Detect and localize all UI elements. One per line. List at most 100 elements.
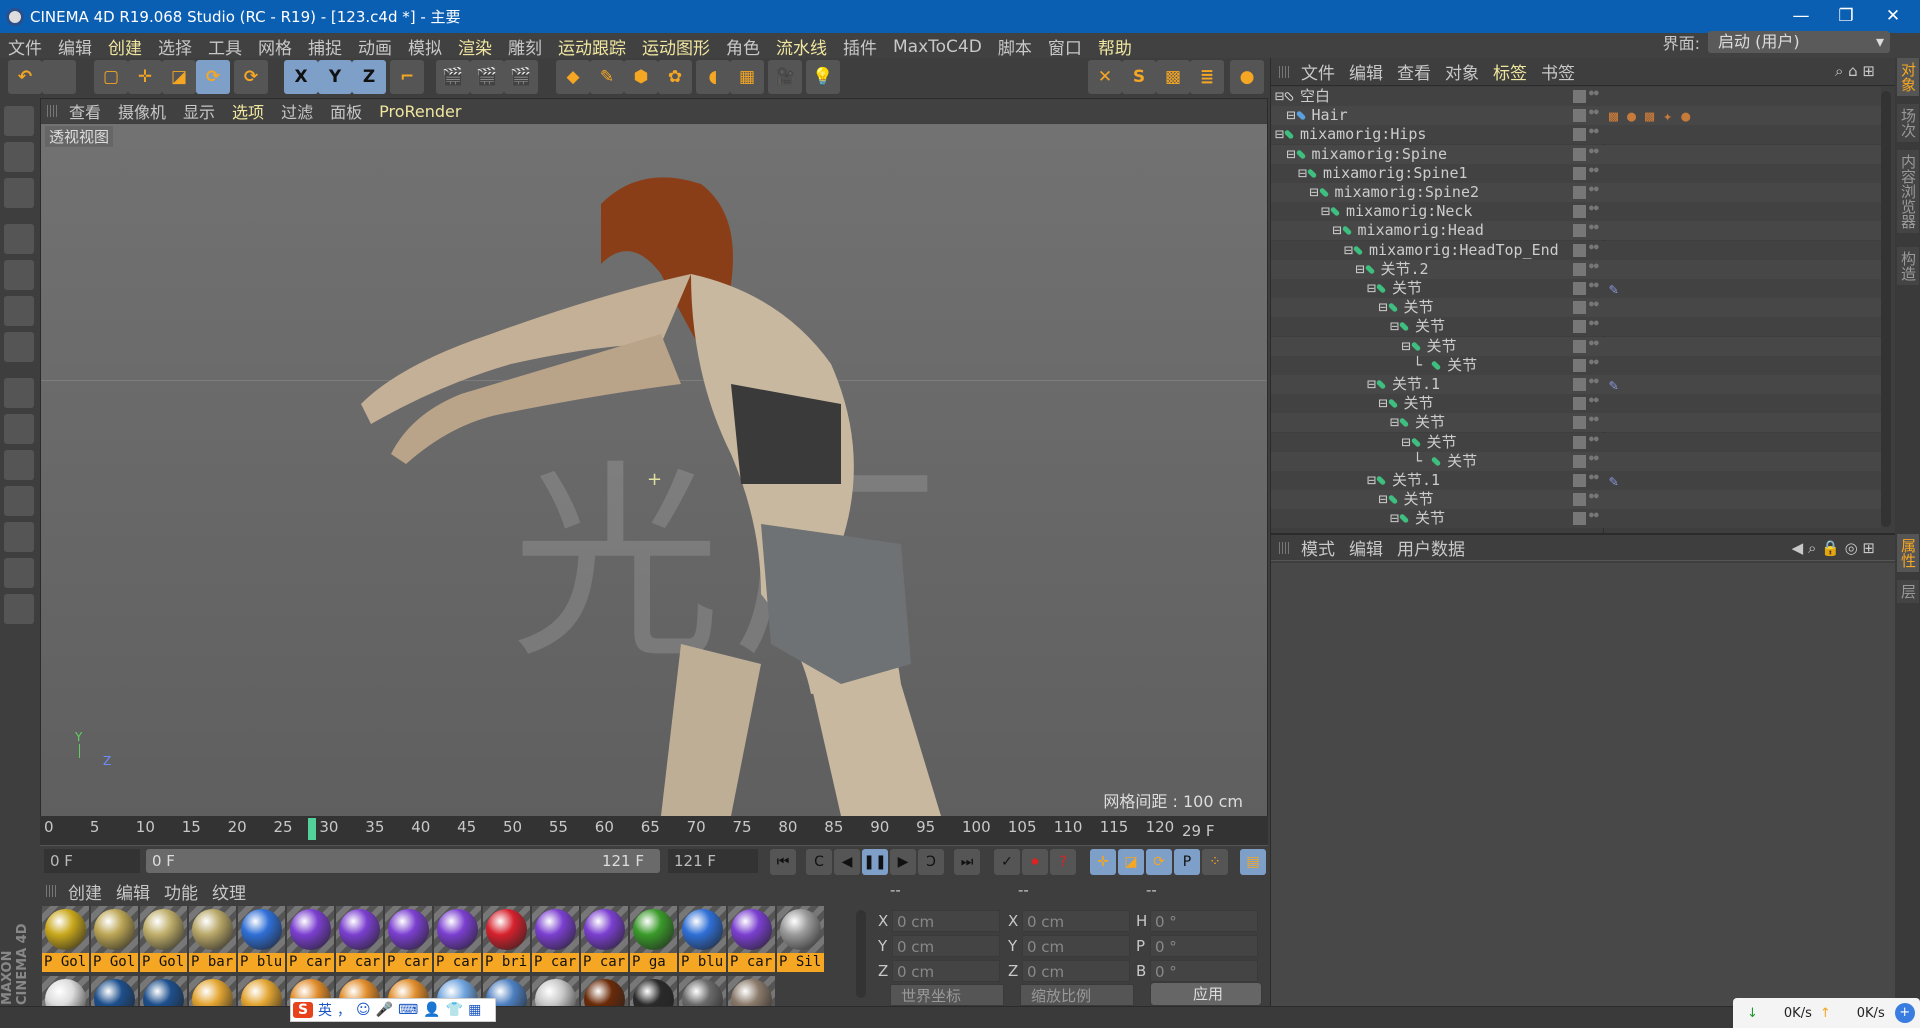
- next-key-icon[interactable]: Ↄ: [918, 849, 944, 875]
- previous-frame-icon[interactable]: ◀: [834, 849, 860, 875]
- object-row[interactable]: ⊟ mixamorig:HeadTop_End ●●: [1271, 240, 1881, 260]
- menu-item-14[interactable]: 流水线: [776, 34, 827, 59]
- object-row[interactable]: ⊟ mixamorig:Neck ●●: [1271, 202, 1881, 222]
- key-pla-icon[interactable]: ⁘: [1202, 849, 1228, 875]
- expand-toggle-icon[interactable]: └: [1413, 452, 1431, 470]
- coord-field[interactable]: 0 cm: [1022, 960, 1130, 982]
- object-row[interactable]: ⊟ 关节.1 ●● ✎: [1271, 375, 1881, 394]
- current-frame-field[interactable]: 29 F: [1176, 819, 1266, 843]
- layer-visibility-icon[interactable]: [1573, 301, 1586, 315]
- material-swatch[interactable]: [728, 976, 775, 1006]
- expand-toggle-icon[interactable]: ⊟: [1344, 241, 1353, 259]
- material-menu-item-2[interactable]: 功能: [164, 879, 198, 904]
- hair-material-tags-icon[interactable]: ▩ ● ▩ ✦ ●: [1609, 107, 1690, 126]
- object-row[interactable]: ⊟ 关节 ●●: [1271, 336, 1881, 356]
- side-tab-1[interactable]: 场次: [1897, 104, 1919, 142]
- render-view-icon[interactable]: 🎬: [436, 60, 470, 94]
- rotate-icon[interactable]: ⟳: [196, 60, 230, 94]
- viewport-canvas[interactable]: 光厂 + 透视视图 Y Z 网格间距 : 100 cm: [41, 124, 1267, 816]
- snap-s-icon[interactable]: [4, 450, 34, 480]
- menu-item-8[interactable]: 模拟: [408, 34, 442, 59]
- coord-field[interactable]: 0 °: [1150, 960, 1258, 982]
- editor-render-dots-icon[interactable]: ●●: [1589, 396, 1599, 410]
- material-swatch[interactable]: [189, 906, 236, 953]
- editor-render-dots-icon[interactable]: ●●: [1589, 357, 1599, 372]
- camera-icon[interactable]: 🎥: [768, 60, 802, 94]
- menu-item-3[interactable]: 选择: [158, 34, 192, 59]
- menu-item-11[interactable]: 运动跟踪: [558, 34, 626, 59]
- object-row[interactable]: ⊟ 关节 ●●: [1271, 490, 1881, 510]
- expand-toggle-icon[interactable]: ⊟: [1367, 375, 1376, 393]
- object-row[interactable]: ⊟ Hair ●● ▩ ● ▩ ✦ ●: [1271, 106, 1881, 126]
- render-picture-viewer-icon[interactable]: 🎬: [470, 60, 504, 94]
- grip-icon[interactable]: [1279, 541, 1291, 554]
- material-swatch[interactable]: [238, 976, 285, 1006]
- object-row[interactable]: ⊟ 关节.1 ●● ✎: [1271, 471, 1881, 490]
- editor-render-dots-icon[interactable]: ●●: [1589, 377, 1599, 391]
- expand-toggle-icon[interactable]: ⊟: [1298, 164, 1307, 182]
- coordinate-mode-dropdown[interactable]: 世界坐标: [890, 984, 1004, 1006]
- layer-visibility-icon[interactable]: [1573, 90, 1586, 103]
- pause-icon[interactable]: ❚❚: [862, 849, 888, 875]
- menu-item-4[interactable]: 工具: [208, 34, 242, 59]
- editor-render-dots-icon[interactable]: ●●: [1589, 453, 1599, 468]
- object-menu-item-0[interactable]: 文件: [1301, 59, 1335, 84]
- points-mode-icon[interactable]: [4, 260, 34, 290]
- interface-dropdown[interactable]: 启动 (用户) ▾: [1708, 31, 1890, 53]
- edges-mode-icon[interactable]: [4, 296, 34, 326]
- material-label[interactable]: P blu: [679, 953, 726, 972]
- object-row[interactable]: ⊟ 关节 ●●: [1271, 394, 1881, 414]
- editor-render-dots-icon[interactable]: ●●: [1589, 89, 1599, 103]
- expand-toggle-icon[interactable]: ⊟: [1321, 202, 1330, 220]
- material-menu-item-0[interactable]: 创建: [68, 879, 102, 904]
- recent-tools-icon[interactable]: ⟳: [234, 60, 268, 94]
- menu-item-6[interactable]: 捕捉: [308, 34, 342, 59]
- material-label[interactable]: P Gol: [42, 953, 89, 972]
- layers-icon[interactable]: ≣: [1190, 60, 1224, 94]
- material-swatch[interactable]: [42, 906, 89, 953]
- ime-punctuation[interactable]: ，: [337, 1000, 351, 1020]
- material-swatch[interactable]: [679, 976, 726, 1006]
- x-axis-icon[interactable]: X: [284, 60, 318, 94]
- object-row[interactable]: ⊟ mixamorig:Spine2 ●●: [1271, 183, 1881, 202]
- layer-visibility-icon[interactable]: [1573, 454, 1586, 468]
- start-frame-field[interactable]: 0 F: [44, 849, 140, 873]
- material-label[interactable]: P bar: [189, 953, 236, 972]
- scale-icon[interactable]: ◪: [162, 60, 196, 94]
- expand-toggle-icon[interactable]: ⊟: [1287, 145, 1296, 163]
- ik-tag-icon[interactable]: ✎: [1609, 280, 1618, 299]
- menu-item-19[interactable]: 帮助: [1098, 34, 1132, 59]
- emoji-icon[interactable]: ☺: [356, 1002, 371, 1018]
- expand-toggle-icon[interactable]: ⊟: [1379, 490, 1388, 508]
- axis-mode-icon[interactable]: [4, 378, 34, 408]
- timeline-ruler[interactable]: 0 5 10 15 20 25 30 35 40 45 50 55 60 65 70 75 80 85 90 95 10…: [40, 816, 1268, 846]
- apply-button[interactable]: 应用: [1150, 982, 1262, 1006]
- layer-visibility-icon[interactable]: [1573, 282, 1586, 295]
- layer-visibility-icon[interactable]: [1573, 416, 1586, 430]
- menu-item-15[interactable]: 插件: [843, 34, 877, 59]
- material-swatch[interactable]: [42, 976, 89, 1006]
- material-menu-item-1[interactable]: 编辑: [116, 879, 150, 904]
- toolbox-icon[interactable]: ▦: [468, 1002, 481, 1018]
- object-menu-item-4[interactable]: 标签: [1493, 59, 1527, 84]
- editor-render-dots-icon[interactable]: ●●: [1589, 108, 1599, 122]
- object-row[interactable]: ⊟ mixamorig:Spine ●●: [1271, 144, 1881, 164]
- material-swatch[interactable]: [630, 906, 677, 953]
- deformer-icon[interactable]: ◖: [696, 60, 730, 94]
- lock-workplane-icon[interactable]: [4, 522, 34, 552]
- pen-icon[interactable]: ✎: [590, 60, 624, 94]
- expand-toggle-icon[interactable]: ⊟: [1402, 433, 1411, 451]
- expand-toggle-icon[interactable]: ⊟: [1275, 87, 1284, 105]
- object-row[interactable]: ⊟ mixamorig:Hips ●●: [1271, 125, 1881, 145]
- material-swatch[interactable]: [91, 906, 138, 953]
- editor-render-dots-icon[interactable]: ●●: [1589, 434, 1599, 449]
- menu-item-16[interactable]: MaxToC4D: [893, 37, 982, 57]
- material-swatch[interactable]: [140, 976, 187, 1006]
- go-to-end-icon[interactable]: ⏭: [954, 849, 980, 875]
- material-label[interactable]: P Gol: [140, 953, 187, 972]
- material-label[interactable]: P blu: [238, 953, 285, 972]
- expand-toggle-icon[interactable]: ⊟: [1390, 509, 1399, 527]
- texture-mode-icon[interactable]: [4, 178, 34, 208]
- editor-render-dots-icon[interactable]: ●●: [1589, 338, 1599, 353]
- expand-toggle-icon[interactable]: ⊟: [1287, 106, 1296, 124]
